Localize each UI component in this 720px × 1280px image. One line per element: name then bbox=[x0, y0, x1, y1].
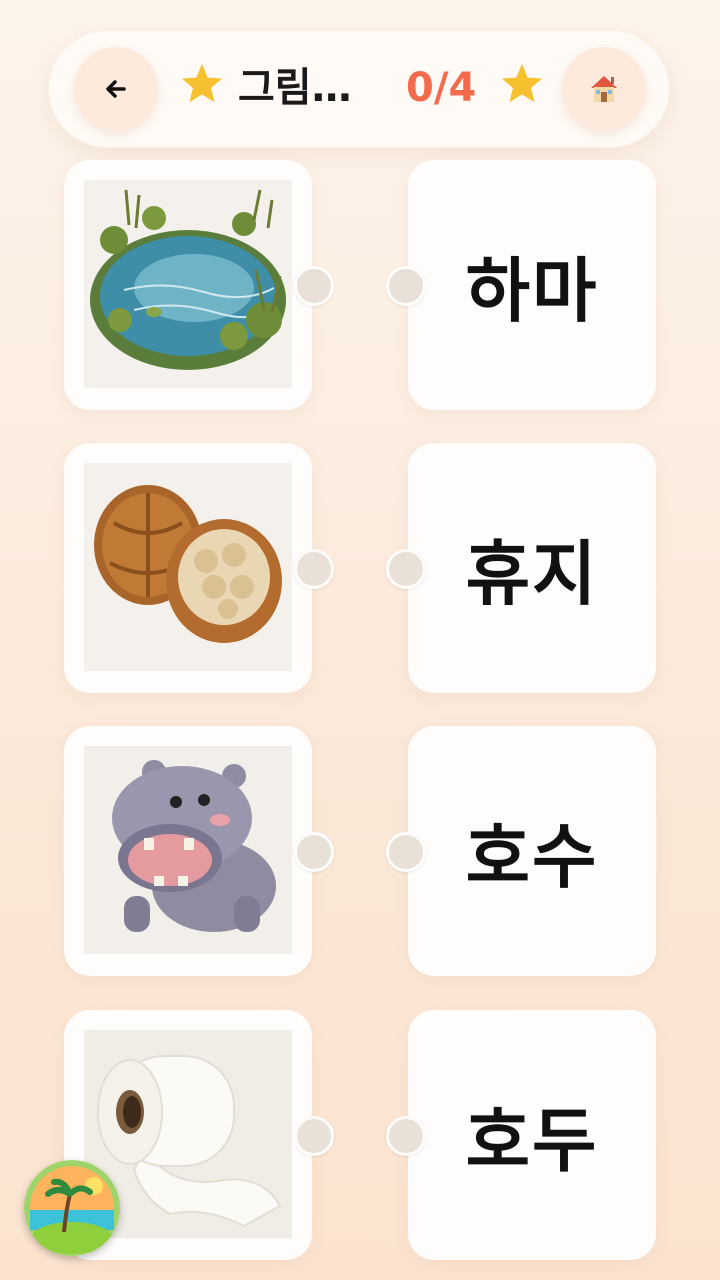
home-button[interactable] bbox=[562, 47, 646, 131]
connector-dot[interactable] bbox=[386, 549, 426, 589]
word-label: 휴지 bbox=[465, 532, 599, 615]
arrow-left-icon bbox=[106, 80, 126, 98]
word-label: 하마 bbox=[465, 249, 599, 332]
app-badge-button[interactable] bbox=[24, 1160, 120, 1256]
connector-dot[interactable] bbox=[386, 1116, 426, 1156]
star-icon bbox=[502, 64, 542, 103]
page-title: 그림… bbox=[238, 65, 352, 111]
word-card-3[interactable]: 호수 bbox=[386, 726, 656, 976]
image-card-pond[interactable] bbox=[64, 160, 334, 410]
word-label: 호수 bbox=[465, 815, 599, 898]
house-icon bbox=[591, 76, 617, 102]
word-label: 호두 bbox=[465, 1099, 599, 1182]
star-icon bbox=[182, 64, 222, 103]
image-card-hippo[interactable] bbox=[64, 726, 334, 976]
word-card-1[interactable]: 하마 bbox=[386, 160, 656, 410]
word-card-4[interactable]: 호두 bbox=[386, 1010, 656, 1260]
connector-dot[interactable] bbox=[294, 1116, 334, 1156]
score-counter: 0/4 bbox=[406, 65, 477, 111]
top-bar: 그림… 0/4 bbox=[48, 30, 670, 148]
connector-dot[interactable] bbox=[386, 832, 426, 872]
pond-image bbox=[84, 180, 292, 388]
back-button[interactable] bbox=[74, 47, 158, 131]
connector-dot[interactable] bbox=[294, 549, 334, 589]
island-logo-icon bbox=[24, 1160, 120, 1256]
word-card-2[interactable]: 휴지 bbox=[386, 443, 656, 693]
hippo-image bbox=[84, 746, 292, 954]
connector-dot[interactable] bbox=[294, 266, 334, 306]
connector-dot[interactable] bbox=[294, 832, 334, 872]
image-card-walnut[interactable] bbox=[64, 443, 334, 693]
walnut-image bbox=[84, 463, 292, 671]
connector-dot[interactable] bbox=[386, 266, 426, 306]
